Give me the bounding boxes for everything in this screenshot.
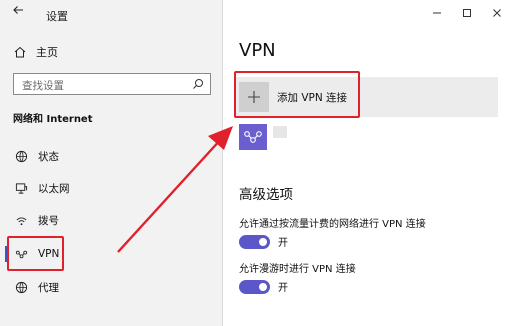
sidebar-item-label: 代理 [38, 281, 59, 294]
page-title: VPN [239, 40, 276, 61]
section-header: 网络和 Internet [13, 114, 93, 125]
sidebar-home[interactable]: 主页 [14, 44, 58, 60]
advanced-options-heading: 高级选项 [239, 187, 293, 203]
metered-toggle-row[interactable]: 开 [239, 234, 288, 249]
sidebar: 设置 主页 查找设置 网络和 Internet 状态 以太网 拨号 VPN 代理 [0, 0, 222, 326]
proxy-globe-icon [14, 280, 28, 294]
close-icon[interactable] [490, 6, 504, 18]
blurred-connection-name [273, 126, 287, 138]
back-arrow-icon[interactable] [12, 4, 24, 20]
sidebar-item-label: 以太网 [38, 182, 70, 195]
sidebar-item-status[interactable]: 状态 [0, 143, 222, 169]
search-input[interactable]: 查找设置 [13, 73, 211, 95]
status-globe-icon [14, 149, 28, 163]
main-panel: VPN 添加 VPN 连接 高级选项 允许通过按流量计费的网络进行 VPN 连接… [223, 0, 512, 326]
metered-toggle[interactable] [239, 234, 270, 249]
roaming-option-label: 允许漫游时进行 VPN 连接 [239, 264, 356, 275]
toggle-knob [259, 282, 267, 291]
add-vpn-highlight-box [234, 71, 360, 118]
vpn-highlight-box [7, 236, 64, 271]
sidebar-item-label: 状态 [38, 150, 59, 163]
metered-option-label: 允许通过按流量计费的网络进行 VPN 连接 [239, 219, 426, 230]
search-icon[interactable] [192, 78, 204, 90]
window-title: 设置 [46, 10, 68, 23]
sidebar-item-dialup[interactable]: 拨号 [0, 207, 222, 233]
sidebar-item-ethernet[interactable]: 以太网 [0, 175, 222, 201]
toggle-state-label: 开 [278, 238, 288, 249]
toggle-knob [259, 237, 267, 246]
search-placeholder: 查找设置 [22, 80, 64, 92]
sidebar-item-label: 拨号 [38, 214, 59, 227]
toggle-state-label: 开 [278, 283, 288, 294]
vpn-connection-icon [239, 124, 267, 150]
dialup-icon [14, 213, 28, 227]
maximize-icon[interactable] [460, 6, 474, 18]
home-label: 主页 [36, 46, 58, 59]
ethernet-icon [14, 181, 28, 195]
home-icon [14, 46, 26, 58]
vpn-connection-item[interactable] [239, 124, 287, 150]
sidebar-item-proxy[interactable]: 代理 [0, 274, 222, 300]
roaming-toggle-row[interactable]: 开 [239, 279, 288, 294]
roaming-toggle[interactable] [239, 279, 270, 294]
minimize-icon[interactable] [430, 6, 444, 18]
